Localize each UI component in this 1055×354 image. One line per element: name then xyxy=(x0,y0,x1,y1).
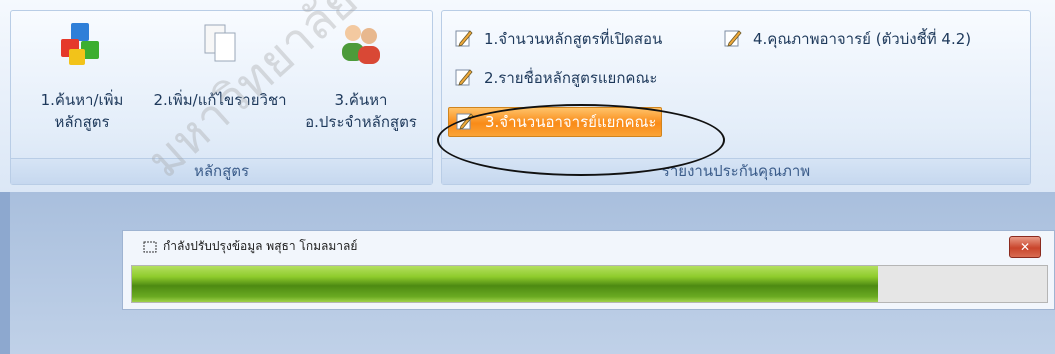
ribbon: 1.ค้นหา/เพิ่ม หลักสูตร 2.เพิ่ม/แก้ไขรายว… xyxy=(0,0,1055,192)
ribbon-group-curriculum: 1.ค้นหา/เพิ่ม หลักสูตร 2.เพิ่ม/แก้ไขรายว… xyxy=(10,10,433,185)
search-curriculum-lecturer-button[interactable]: 3.ค้นหา อ.ประจำหลักสูตร xyxy=(295,19,427,133)
window-icon xyxy=(143,241,157,253)
search-add-curriculum-label-1: 1.ค้นหา/เพิ่ม xyxy=(40,91,124,109)
progress-bar xyxy=(131,265,1048,303)
report-lecturer-quality-label: 4.คุณภาพอาจารย์ (ตัวบ่งชี้ที่ 4.2) xyxy=(753,30,972,48)
add-edit-course-button[interactable]: 2.เพิ่ม/แก้ไขรายวิชา xyxy=(145,19,295,111)
dialog-title: กำลังปรับปรุงข้อมูล พสุธา โกมลมาลย์ xyxy=(163,239,358,253)
report-curriculum-by-faculty-label: 2.รายชื่อหลักสูตรแยกคณะ xyxy=(484,69,658,87)
edit-report-icon xyxy=(454,67,474,87)
search-curriculum-lecturer-label-1: 3.ค้นหา xyxy=(334,91,388,109)
workspace-left-edge xyxy=(0,192,10,354)
report-lecturer-quality-button[interactable]: 4.คุณภาพอาจารย์ (ตัวบ่งชี้ที่ 4.2) xyxy=(723,25,971,53)
close-button[interactable]: ✕ xyxy=(1009,236,1041,258)
progress-dialog: กำลังปรับปรุงข้อมูล พสุธา โกมลมาลย์ ✕ xyxy=(122,230,1055,310)
edit-report-icon xyxy=(454,28,474,48)
close-icon: ✕ xyxy=(1019,240,1031,254)
people-icon xyxy=(336,19,386,69)
ribbon-group-label-curriculum: หลักสูตร xyxy=(11,158,432,184)
cubes-icon xyxy=(57,19,107,69)
progress-bar-fill xyxy=(132,266,878,302)
search-add-curriculum-label-2: หลักสูตร xyxy=(54,113,110,131)
report-curriculum-count-button[interactable]: 1.จำนวนหลักสูตรที่เปิดสอน xyxy=(454,25,662,53)
report-curriculum-count-label: 1.จำนวนหลักสูตรที่เปิดสอน xyxy=(484,30,663,48)
add-edit-course-label: 2.เพิ่ม/แก้ไขรายวิชา xyxy=(153,91,287,109)
edit-report-icon xyxy=(723,28,743,48)
dialog-title-bar: กำลังปรับปรุงข้อมูล พสุธา โกมลมาลย์ xyxy=(143,237,357,256)
copy-pages-icon xyxy=(195,19,245,69)
search-add-curriculum-button[interactable]: 1.ค้นหา/เพิ่ม หลักสูตร xyxy=(17,19,147,133)
report-curriculum-by-faculty-button[interactable]: 2.รายชื่อหลักสูตรแยกคณะ xyxy=(454,64,657,92)
annotation-ellipse xyxy=(437,104,725,176)
search-curriculum-lecturer-label-2: อ.ประจำหลักสูตร xyxy=(305,113,417,131)
